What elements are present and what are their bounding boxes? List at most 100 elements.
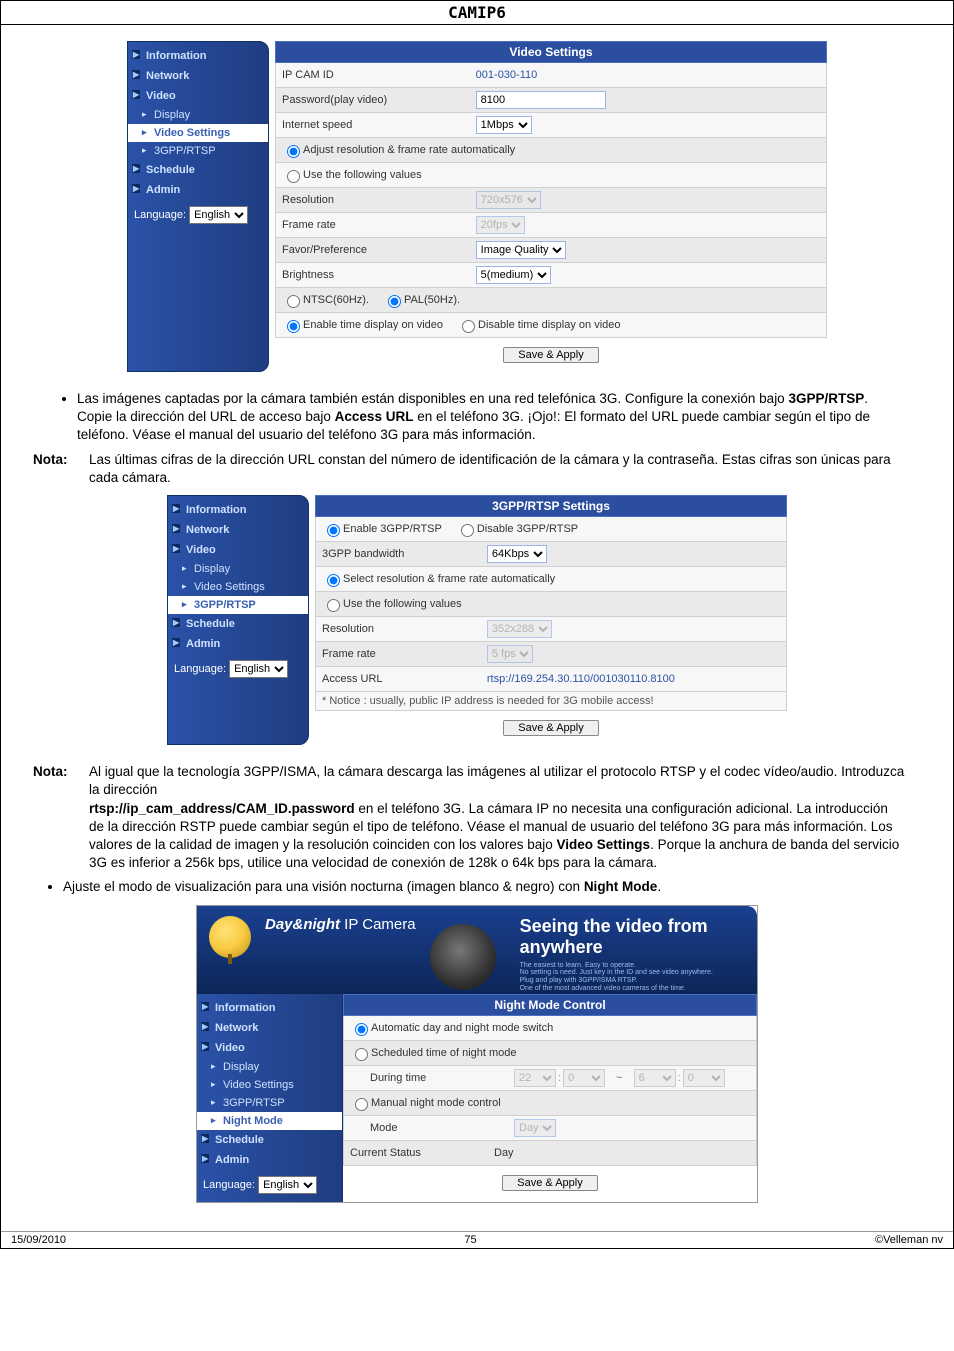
nav-information-2[interactable]: Information — [168, 500, 308, 520]
nav-schedule-3[interactable]: Schedule — [197, 1130, 342, 1150]
page-title: CAMIP6 — [1, 1, 953, 25]
mode-label: Mode — [350, 1122, 514, 1134]
manual-label: Manual night mode control — [371, 1097, 501, 1109]
nav-schedule[interactable]: Schedule — [128, 160, 268, 180]
save-apply-button-2[interactable]: Save & Apply — [503, 720, 598, 736]
radio-use-following[interactable] — [287, 170, 300, 183]
nav-video-3[interactable]: Video — [197, 1038, 342, 1058]
headline: Seeing the video from anywhere — [520, 916, 745, 958]
gpp-header: 3GPP/RTSP Settings — [315, 495, 787, 517]
nav-video-settings-3[interactable]: Video Settings — [197, 1076, 342, 1094]
nav-information[interactable]: Information — [128, 46, 268, 66]
password-input[interactable] — [476, 91, 606, 109]
nav-schedule-2[interactable]: Schedule — [168, 614, 308, 634]
language-label: Language: — [134, 209, 186, 221]
nav-3gpp-2[interactable]: 3GPP/RTSP — [168, 596, 308, 614]
nav-information-3[interactable]: Information — [197, 998, 342, 1018]
radio-ntsc[interactable] — [287, 295, 300, 308]
night-header: Night Mode Control — [343, 994, 757, 1016]
radio-use-following-2[interactable] — [327, 599, 340, 612]
language-label-3: Language: — [203, 1179, 255, 1191]
ip-cam-id-value: 001-030-110 — [476, 69, 820, 81]
time-m1: 0 — [563, 1069, 605, 1087]
colon-1: : — [556, 1072, 563, 1084]
use-following-label-2: Use the following values — [343, 598, 462, 610]
radio-select-auto[interactable] — [327, 574, 340, 587]
pal-label: PAL(50Hz). — [404, 294, 460, 306]
nota1-text: Las últimas cifras de la dirección URL c… — [89, 451, 905, 487]
internet-speed-select[interactable]: 1Mbps — [476, 116, 532, 134]
colon-2: : — [676, 1072, 683, 1084]
nav-video-settings-2[interactable]: Video Settings — [168, 578, 308, 596]
language-label-2: Language: — [174, 663, 226, 675]
nav-display[interactable]: Display — [128, 106, 268, 124]
brightness-label: Brightness — [282, 269, 476, 281]
bandwidth-label: 3GPP bandwidth — [322, 548, 487, 560]
current-status-value: Day — [494, 1147, 750, 1159]
nav-3gpp[interactable]: 3GPP/RTSP — [128, 142, 268, 160]
radio-enable-time[interactable] — [287, 320, 300, 333]
brightness-select[interactable]: 5(medium) — [476, 266, 551, 284]
nav-network-3[interactable]: Network — [197, 1018, 342, 1038]
radio-auto-switch[interactable] — [355, 1023, 368, 1036]
nav-network-2[interactable]: Network — [168, 520, 308, 540]
language-select[interactable]: English — [189, 206, 248, 224]
mode-select: Day — [514, 1119, 556, 1137]
auto-switch-label: Automatic day and night mode switch — [371, 1022, 553, 1034]
bandwidth-select[interactable]: 64Kbps — [487, 545, 547, 563]
nota2-label: Nota: — [33, 763, 89, 872]
nav-display-3[interactable]: Display — [197, 1058, 342, 1076]
use-following-label: Use the following values — [303, 169, 422, 181]
ip-cam-id-label: IP CAM ID — [282, 69, 476, 81]
bullet-night-mode: Ajuste el modo de visualización para una… — [63, 878, 905, 896]
favor-select[interactable]: Image Quality — [476, 241, 566, 259]
banner-smalltext: The easiest to learn. Easy to operate.No… — [520, 962, 745, 993]
lens-icon — [430, 924, 496, 990]
notice-text: * Notice : usually, public IP address is… — [315, 692, 787, 711]
save-apply-button[interactable]: Save & Apply — [503, 347, 598, 363]
language-row-2: Language: English — [168, 654, 308, 682]
during-label: During time — [350, 1072, 514, 1084]
sidebar-3gpp: Information Network Video Display Video … — [167, 495, 309, 745]
nav-admin[interactable]: Admin — [128, 180, 268, 200]
time-h2: 6 — [634, 1069, 676, 1087]
radio-manual[interactable] — [355, 1098, 368, 1111]
frame-rate-label: Frame rate — [282, 219, 476, 231]
bullet-3g: Las imágenes captadas por la cámara tamb… — [77, 390, 905, 445]
radio-pal[interactable] — [388, 295, 401, 308]
ntsc-label: NTSC(60Hz). — [303, 294, 369, 306]
internet-speed-label: Internet speed — [282, 119, 476, 131]
footer: 15/09/2010 75 ©Velleman nv — [1, 1231, 953, 1248]
language-select-2[interactable]: English — [229, 660, 288, 678]
night-banner: Day&night IP Camera Seeing the video fro… — [197, 906, 757, 995]
radio-adjust-auto[interactable] — [287, 145, 300, 158]
radio-disable-time[interactable] — [462, 320, 475, 333]
nav-night-mode[interactable]: Night Mode — [197, 1112, 342, 1130]
nav-3gpp-3[interactable]: 3GPP/RTSP — [197, 1094, 342, 1112]
nav-admin-2[interactable]: Admin — [168, 634, 308, 654]
brand-text: Day&night IP Camera — [265, 916, 416, 933]
radio-scheduled[interactable] — [355, 1048, 368, 1061]
radio-disable-3gpp[interactable] — [461, 524, 474, 537]
disable-time-label: Disable time display on video — [478, 319, 620, 331]
footer-date: 15/09/2010 — [11, 1234, 66, 1246]
nav-admin-3[interactable]: Admin — [197, 1150, 342, 1170]
nav-display-2[interactable]: Display — [168, 560, 308, 578]
frame-rate-label-2: Frame rate — [322, 648, 487, 660]
radio-enable-3gpp[interactable] — [327, 524, 340, 537]
current-status-label: Current Status — [350, 1147, 494, 1159]
sidebar-video: Information Network Video Display Video … — [127, 41, 269, 372]
password-label: Password(play video) — [282, 94, 476, 106]
language-row: Language: English — [128, 200, 268, 228]
frame-rate-select-2: 5 fps — [487, 645, 533, 663]
save-apply-button-3[interactable]: Save & Apply — [502, 1175, 597, 1191]
tilde: ~ — [608, 1072, 630, 1084]
nav-network[interactable]: Network — [128, 66, 268, 86]
nav-video[interactable]: Video — [128, 86, 268, 106]
favor-label: Favor/Preference — [282, 244, 476, 256]
resolution-select-2: 352x288 — [487, 620, 552, 638]
sidebar-night: Information Network Video Display Video … — [197, 994, 343, 1202]
nav-video-settings[interactable]: Video Settings — [128, 124, 268, 142]
nav-video-2[interactable]: Video — [168, 540, 308, 560]
language-select-3[interactable]: English — [258, 1176, 317, 1194]
